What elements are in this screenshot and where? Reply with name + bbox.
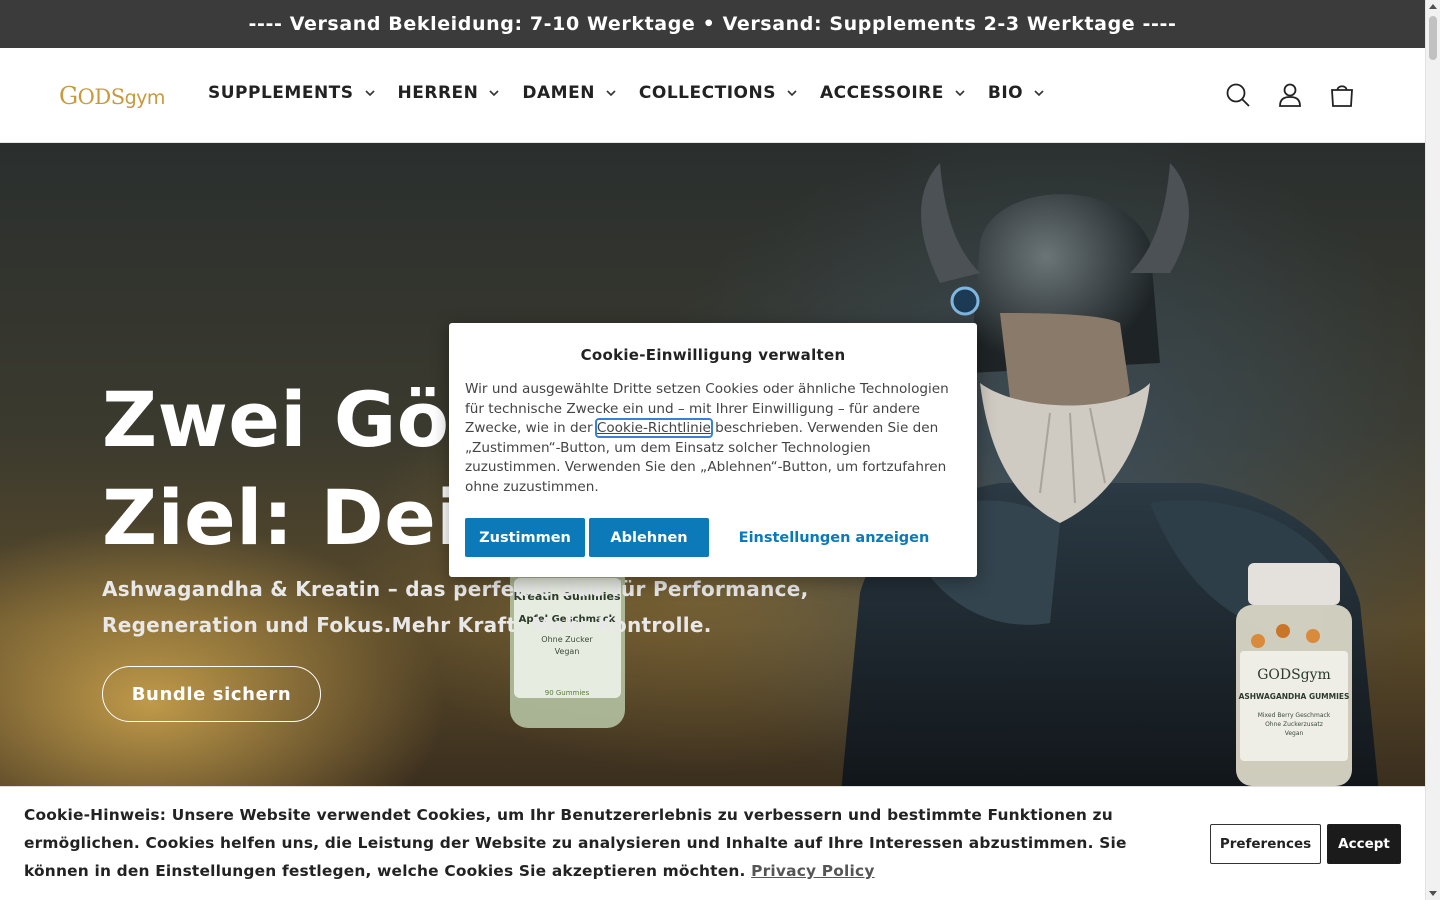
header-icons: [1224, 81, 1356, 109]
jar-left-line5: 90 Gummies: [545, 689, 590, 697]
nav-item-damen[interactable]: DAMEN: [522, 83, 617, 103]
chevron-down-icon: [364, 90, 375, 97]
nav-label: ACCESSOIRE: [819, 83, 944, 103]
logo-suffix: gym: [124, 87, 166, 109]
search-icon[interactable]: [1224, 81, 1252, 109]
hero-subtitle: Ashwagandha & Kreatin – das perfekte Duo…: [102, 577, 809, 637]
nav-item-accessoire[interactable]: ACCESSOIRE: [820, 83, 966, 103]
nav-item-herren[interactable]: HERREN: [398, 83, 501, 103]
nav-label: SUPPLEMENTS: [208, 83, 354, 103]
nav-label: COLLECTIONS: [638, 83, 776, 103]
logo[interactable]: GODSgym: [59, 82, 165, 110]
chevron-down-icon: [489, 90, 499, 97]
cookie-policy-link[interactable]: Cookie-Richtlinie: [594, 418, 713, 439]
chevron-down-icon: [1034, 90, 1044, 97]
nav-label: DAMEN: [522, 83, 595, 103]
jar-right-line2: Mixed Berry Geschmack: [1258, 712, 1331, 719]
bundle-button[interactable]: Bundle sichern: [102, 666, 321, 722]
announcement-text: ---- Versand Bekleidung: 7-10 Werktage •…: [248, 13, 1177, 35]
announcement-bar: ---- Versand Bekleidung: 7-10 Werktage •…: [0, 0, 1425, 48]
jar-right-line4: Vegan: [1285, 730, 1304, 737]
preferences-button[interactable]: Preferences: [1210, 824, 1321, 864]
cookie-notice-text: Cookie-Hinweis: Unsere Website verwendet…: [24, 801, 1194, 885]
ashwagandha-gummies-jar: GODSgym ASHWAGANDHA GUMMIES Mixed Berry …: [1236, 563, 1352, 786]
chevron-down-icon: [955, 90, 965, 97]
site-header: GODSgym SUPPLEMENTS HERREN DAMEN COLLECT…: [0, 48, 1425, 143]
scroll-thumb[interactable]: [1429, 16, 1437, 60]
cart-icon[interactable]: [1328, 81, 1356, 109]
accept-button[interactable]: Accept: [1327, 824, 1401, 864]
jar-right-line3: Ohne Zuckerzusatz: [1265, 721, 1323, 728]
logo-letter: G: [59, 82, 78, 110]
modal-body: Wir und ausgewählte Dritte setzen Cookie…: [465, 380, 961, 498]
nav-item-supplements[interactable]: SUPPLEMENTS: [208, 83, 376, 103]
page-scrollbar[interactable]: [1425, 0, 1440, 900]
privacy-policy-link[interactable]: Privacy Policy: [751, 862, 874, 880]
cookie-notice-bar: Cookie-Hinweis: Unsere Website verwendet…: [0, 786, 1425, 900]
scroll-down-arrow-icon[interactable]: [1429, 891, 1437, 896]
nav-label: BIO: [987, 83, 1024, 103]
consent-accept-button[interactable]: Zustimmen: [465, 518, 585, 557]
scroll-up-arrow-icon[interactable]: [1429, 4, 1437, 9]
jar-right-line1: ASHWAGANDHA GUMMIES: [1239, 692, 1350, 701]
jar-left-line4: Vegan: [555, 647, 580, 656]
cookie-consent-modal: Cookie-Einwilligung verwalten Wir und au…: [449, 323, 977, 577]
modal-title: Cookie-Einwilligung verwalten: [580, 346, 846, 364]
cookie-notice-body: Cookie-Hinweis: Unsere Website verwendet…: [24, 806, 1127, 880]
consent-settings-button[interactable]: Einstellungen anzeigen: [724, 518, 944, 557]
nav-item-bio[interactable]: BIO: [988, 83, 1045, 103]
nav-item-collections[interactable]: COLLECTIONS: [639, 83, 798, 103]
consent-deny-button[interactable]: Ablehnen: [589, 518, 709, 557]
account-icon[interactable]: [1276, 81, 1304, 109]
logo-main: ODS: [77, 85, 125, 109]
chevron-down-icon: [606, 90, 616, 97]
nav-label: HERREN: [397, 83, 479, 103]
jar-right-brand: GODSgym: [1257, 667, 1331, 683]
main-nav: SUPPLEMENTS HERREN DAMEN COLLECTIONS ACC…: [208, 83, 1067, 103]
chevron-down-icon: [787, 90, 797, 97]
